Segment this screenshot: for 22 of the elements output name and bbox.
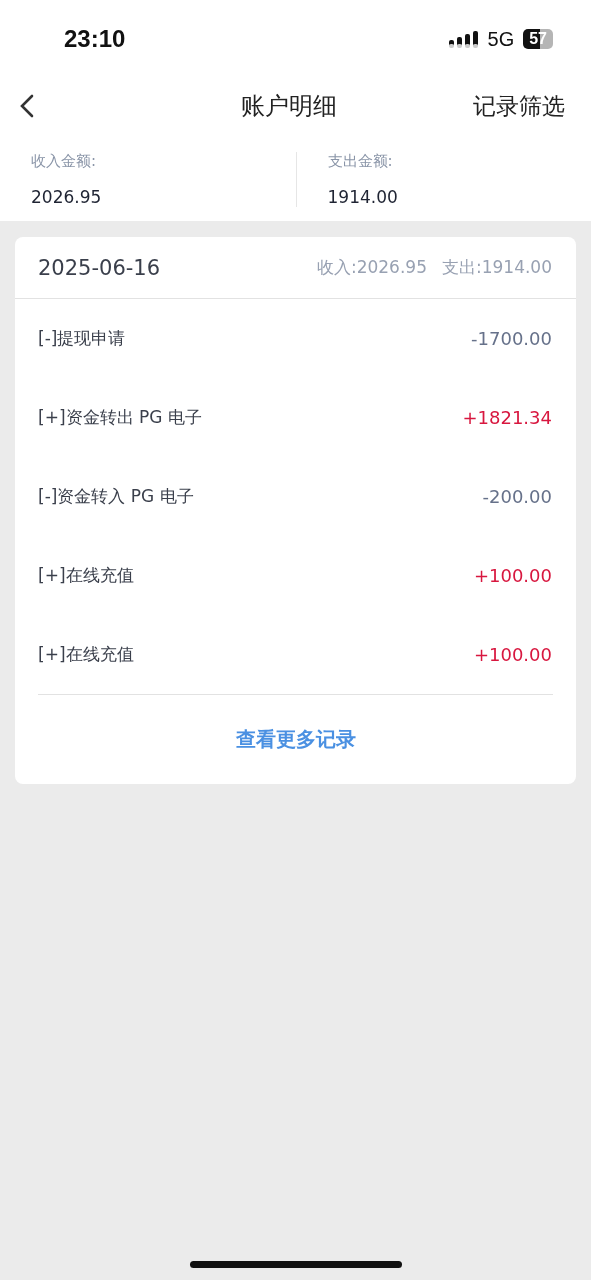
record-amount: +100.00 (473, 644, 552, 665)
record-title: [+]资金转出 PG 电子 (38, 406, 202, 429)
record-amount: +100.00 (473, 565, 552, 586)
record-title: [+]在线充值 (38, 564, 134, 587)
day-income: 收入:2026.95 (316, 256, 427, 279)
day-expense: 支出:1914.00 (441, 256, 552, 279)
network-label: 5G (487, 27, 515, 51)
record-title: [-]资金转入 PG 电子 (38, 485, 194, 508)
record-amount: +1821.34 (462, 407, 552, 428)
record-amount: -200.00 (482, 486, 552, 507)
filter-button[interactable]: 记录筛选 (473, 90, 565, 122)
status-time: 23:10 (64, 25, 126, 53)
page-title: 账户明细 (240, 91, 337, 122)
record-title: [+]在线充值 (38, 643, 134, 666)
record-title: [-]提现申请 (38, 327, 126, 350)
record-date: 2025-06-16 (38, 255, 161, 280)
summary-label: 支出金额: (327, 152, 394, 171)
summary-value: 2026.95 (31, 187, 103, 207)
summary-label: 收入金额: (31, 152, 98, 171)
summary-value: 1914.00 (327, 187, 399, 207)
signal-icon (448, 30, 479, 48)
record-amount: -1700.00 (471, 328, 552, 349)
